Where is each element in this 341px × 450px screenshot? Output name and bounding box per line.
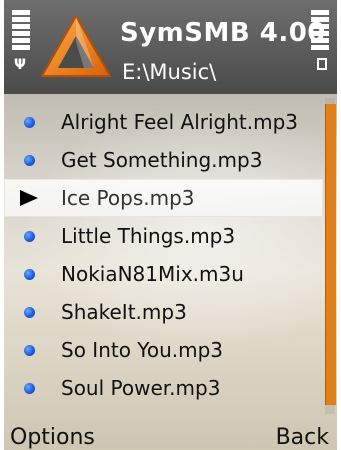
signal-strength-icon [12,10,30,52]
file-list-item[interactable]: So Into You.mp3 [4,331,337,369]
file-name: So Into You.mp3 [61,338,224,362]
battery-level-icon [311,10,329,52]
file-name: ShakeIt.mp3 [61,300,187,324]
file-name: NokiaN81Mix.m3u [61,262,244,286]
blue-bullet-icon [24,116,35,128]
file-name: Get Something.mp3 [61,148,263,172]
file-name: Alright Feel Alright.mp3 [61,110,299,134]
app-logo-icon [41,15,111,77]
app-title: SymSMB 4.00 [120,18,326,48]
file-list-item[interactable]: Ice Pops.mp3 [4,179,323,217]
options-softkey[interactable]: Options [10,426,95,450]
scrollbar[interactable] [325,98,336,414]
file-name: Little Things.mp3 [61,224,236,248]
blue-bullet-icon [24,382,35,394]
battery-icon [317,58,327,70]
blue-bullet-icon [24,268,35,280]
file-list-item[interactable]: Get Something.mp3 [4,141,337,179]
play-arrow-icon [20,190,38,206]
blue-bullet-icon [24,306,35,318]
antenna-icon: Ψ [14,57,26,73]
back-softkey[interactable]: Back [276,426,329,450]
blue-bullet-icon [24,154,35,166]
file-list-item[interactable]: NokiaN81Mix.m3u [4,255,337,293]
file-list-item[interactable]: Alright Feel Alright.mp3 [4,103,337,141]
file-list: Alright Feel Alright.mp3 Get Something.mp… [4,103,337,407]
blue-bullet-icon [24,230,35,242]
file-list-item[interactable]: ShakeIt.mp3 [4,293,337,331]
file-name: Soul Power.mp3 [61,376,221,400]
title-bar: Ψ SymSMB 4.00 E:\Music\ [4,0,337,94]
file-list-item[interactable]: Little Things.mp3 [4,217,337,255]
file-list-item[interactable]: Soul Power.mp3 [4,369,337,407]
scrollbar-thumb[interactable] [325,104,336,405]
phone-screen: Ψ SymSMB 4.00 E:\Music\ Alright Feel Alr… [4,0,337,450]
current-path: E:\Music\ [122,60,217,84]
file-name: Ice Pops.mp3 [61,186,195,210]
blue-bullet-icon [24,344,35,356]
